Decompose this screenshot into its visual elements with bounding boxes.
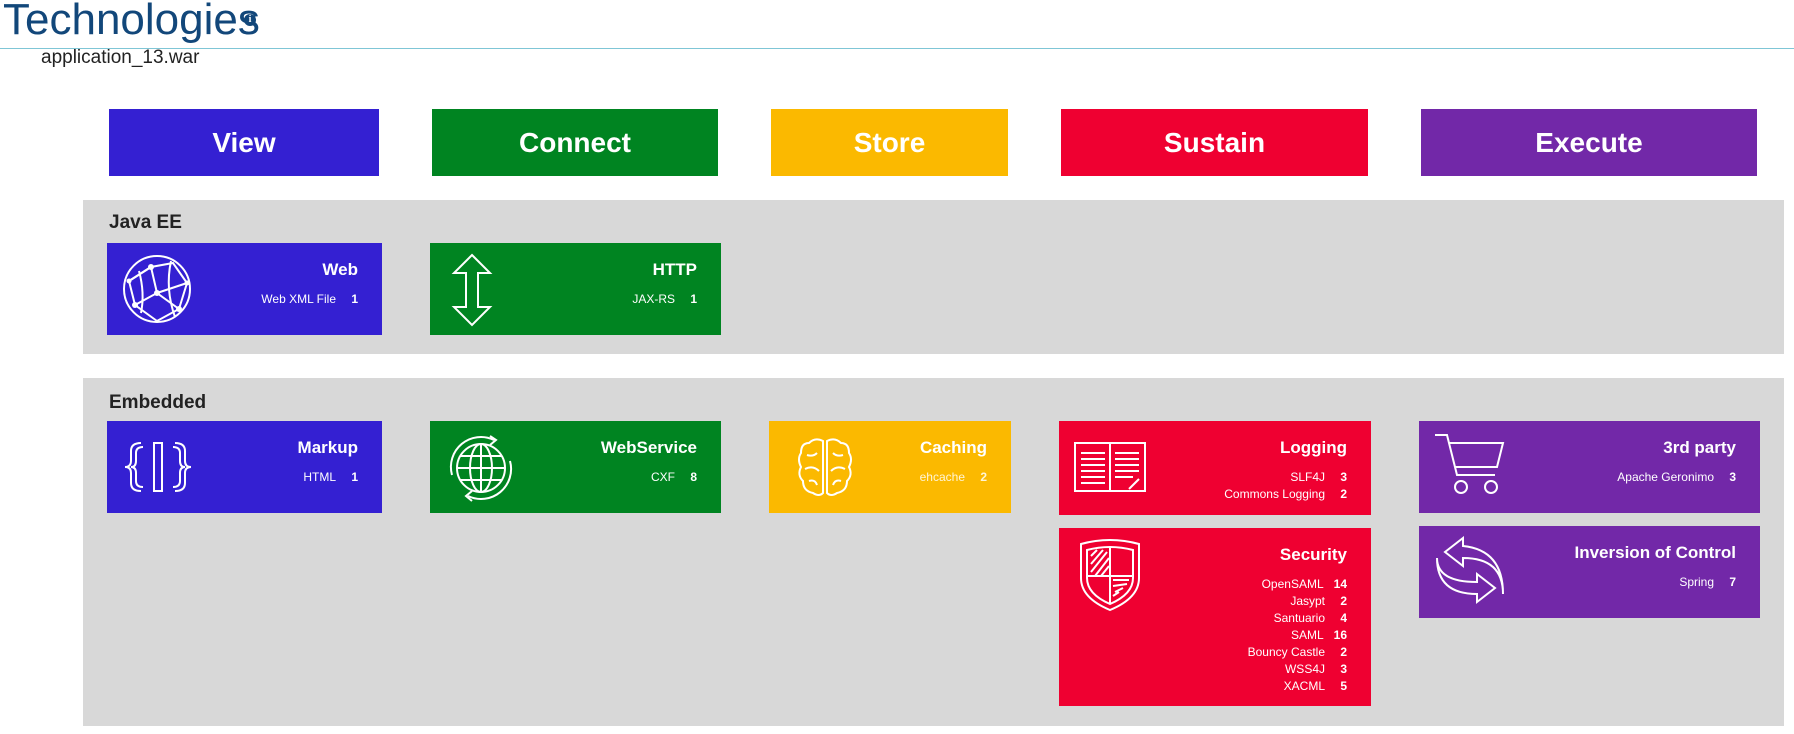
tech-list: CXF 8 [651, 469, 697, 486]
tech-row[interactable]: XACML 5 [1248, 678, 1347, 695]
tech-row[interactable]: Spring 7 [1679, 574, 1736, 591]
column-sustain: Sustain [1061, 109, 1368, 176]
tech-row[interactable]: OpenSAML 14 [1248, 576, 1347, 593]
tech-name: JAX-RS [632, 292, 675, 306]
tech-card-caching[interactable]: Caching ehcache 2 [769, 421, 1011, 513]
tech-list: Spring 7 [1679, 574, 1736, 591]
card-title: HTTP [652, 260, 697, 279]
exchange-arrows-icon [1436, 536, 1504, 605]
brain-icon [798, 438, 852, 496]
tech-name: CXF [651, 470, 675, 484]
tech-name: HTML [303, 470, 336, 484]
tech-row[interactable]: SAML 16 [1248, 627, 1347, 644]
info-icon[interactable]: i [244, 14, 256, 26]
card-title: Web [322, 260, 358, 279]
tech-name: Bouncy Castle [1247, 645, 1325, 659]
tech-card-web[interactable]: Web Web XML File 1 [107, 243, 382, 335]
card-title: Logging [1279, 438, 1347, 457]
tech-count: 3 [1340, 470, 1347, 484]
card-title: Caching [919, 438, 987, 457]
tech-count: 1 [690, 292, 697, 306]
application-name: application_13.war [41, 47, 200, 68]
tech-name: Apache Geronimo [1617, 470, 1714, 484]
column-connect: Connect [432, 109, 718, 176]
column-store: Store [771, 109, 1008, 176]
tech-card-inversion-of-control[interactable]: Inversion of Control Spring 7 [1419, 526, 1760, 618]
tech-list: OpenSAML 14 Jasypt 2 Santuario 4 SAML 16 Bou… [1248, 576, 1347, 695]
tech-row[interactable]: Santuario 4 [1248, 610, 1347, 627]
shield-icon [1080, 539, 1140, 612]
tech-name: ehcache [919, 470, 965, 484]
tech-count: 1 [351, 292, 358, 306]
tech-card-http[interactable]: HTTP JAX-RS 1 [430, 243, 721, 335]
tech-name: Commons Logging [1224, 487, 1325, 501]
tech-row[interactable]: CXF 8 [651, 469, 697, 486]
tech-row[interactable]: JAX-RS 1 [632, 291, 697, 308]
tech-count: 4 [1340, 611, 1347, 625]
page-header: Technologies i [0, 0, 1794, 49]
tech-row[interactable]: SLF4J 3 [1224, 469, 1347, 486]
tech-count: 1 [351, 470, 358, 484]
column-view: View [109, 109, 379, 176]
tech-name: OpenSAML [1261, 577, 1324, 591]
tech-name: Jasypt [1290, 594, 1325, 608]
tech-row[interactable]: Commons Logging 2 [1224, 486, 1347, 503]
section-label: Java EE [109, 212, 182, 233]
tech-name: XACML [1283, 679, 1325, 693]
card-title: Markup [297, 438, 358, 457]
tech-name: Web XML File [261, 292, 336, 306]
tech-count: 2 [1340, 487, 1347, 501]
tech-count: 3 [1729, 470, 1736, 484]
up-down-arrow-icon [451, 253, 493, 327]
card-title: 3rd party [1663, 438, 1736, 457]
tech-list: JAX-RS 1 [632, 291, 697, 308]
tech-row[interactable]: Apache Geronimo 3 [1617, 469, 1736, 486]
tech-name: WSS4J [1284, 662, 1325, 676]
tech-count: 2 [1340, 594, 1347, 608]
tech-row[interactable]: ehcache 2 [920, 469, 987, 486]
tech-row[interactable]: HTML 1 [303, 469, 358, 486]
card-title: Inversion of Control [1574, 543, 1737, 562]
globe-network-icon [123, 255, 191, 323]
tech-list: Web XML File 1 [261, 291, 358, 308]
tech-count: 16 [1333, 628, 1347, 642]
tech-name: SAML [1290, 628, 1324, 642]
book-icon [1074, 442, 1146, 492]
tech-name: SLF4J [1290, 470, 1325, 484]
globe-refresh-icon [449, 435, 513, 502]
tech-row[interactable]: Jasypt 2 [1248, 593, 1347, 610]
tech-count: 8 [690, 470, 697, 484]
tech-card-markup[interactable]: Markup HTML 1 [107, 421, 382, 513]
tech-count: 2 [980, 470, 987, 484]
tech-name: Spring [1679, 575, 1714, 589]
tech-list: Apache Geronimo 3 [1617, 469, 1736, 486]
tech-card-webservice[interactable]: WebService CXF 8 [430, 421, 721, 513]
card-title: WebService [600, 438, 697, 457]
column-execute: Execute [1421, 109, 1757, 176]
tech-count: 7 [1729, 575, 1736, 589]
braces-icon [124, 442, 192, 492]
tech-card-security[interactable]: Security OpenSAML 14 Jasypt 2 Santuario 4 S… [1059, 528, 1371, 706]
tech-list: ehcache 2 [920, 469, 987, 486]
tech-list: SLF4J 3 Commons Logging 2 [1224, 469, 1347, 503]
page-title: Technologies [3, 0, 260, 44]
tech-count: 2 [1340, 645, 1347, 659]
tech-card-logging[interactable]: Logging SLF4J 3 Commons Logging 2 [1059, 421, 1371, 515]
tech-row[interactable]: Bouncy Castle 2 [1248, 644, 1347, 661]
tech-row[interactable]: Web XML File 1 [261, 291, 358, 308]
tech-count: 5 [1340, 679, 1347, 693]
tech-card-3rd-party[interactable]: 3rd party Apache Geronimo 3 [1419, 421, 1760, 513]
tech-count: 3 [1340, 662, 1347, 676]
tech-list: HTML 1 [303, 469, 358, 486]
section-label: Embedded [109, 392, 207, 413]
tech-count: 14 [1333, 577, 1347, 591]
tech-name: Santuario [1273, 611, 1325, 625]
tech-row[interactable]: WSS4J 3 [1248, 661, 1347, 678]
shopping-cart-icon [1435, 434, 1505, 494]
card-title: Security [1279, 545, 1347, 564]
